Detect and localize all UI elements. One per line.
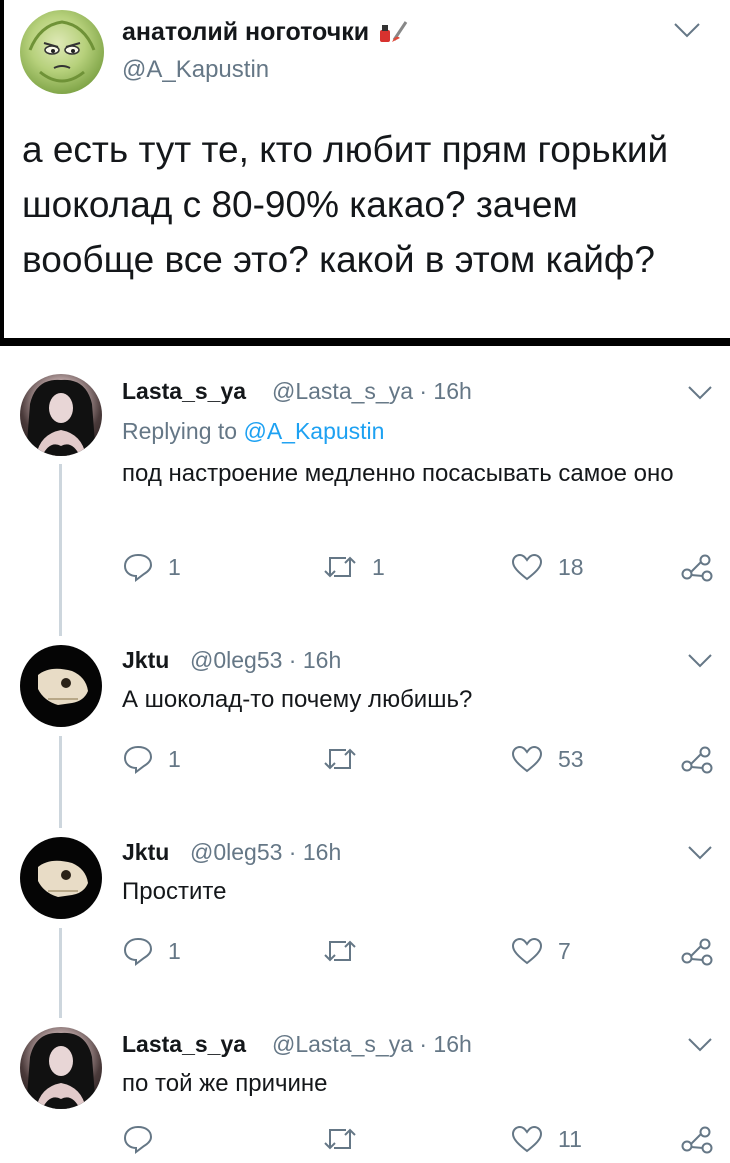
reply-author-name[interactable]: Jktu (122, 839, 169, 866)
like-button[interactable]: 53 (510, 744, 584, 774)
reply-icon (123, 937, 153, 966)
reply-button[interactable]: 1 (122, 744, 181, 774)
author-name[interactable]: анатолий ноготочки (122, 16, 410, 47)
thread-line (59, 736, 62, 828)
share-button[interactable] (680, 552, 714, 582)
nail-polish-icon (380, 21, 408, 42)
share-button[interactable] (680, 936, 714, 966)
reply-handle-time[interactable]: @0leg53 · 16h (190, 647, 341, 674)
share-icon (681, 554, 713, 582)
thread-line (59, 928, 62, 1018)
share-button[interactable] (680, 744, 714, 774)
share-icon (681, 1126, 713, 1154)
retweet-button[interactable]: 1 (322, 552, 385, 582)
reply-icon (123, 553, 153, 582)
reply-author-name[interactable]: Lasta_s_ya (122, 1031, 246, 1058)
avatar[interactable] (20, 837, 102, 919)
replying-to: Replying to @A_Kapustin (122, 418, 384, 445)
retweet-button[interactable] (322, 1124, 372, 1154)
thread-line (59, 464, 62, 636)
reply-text: по той же причине (122, 1070, 328, 1097)
reply-count: 1 (168, 745, 181, 772)
reply-author-name[interactable]: Lasta_s_ya (122, 378, 246, 405)
main-tweet-border (0, 0, 4, 346)
reply-handle-time[interactable]: @Lasta_s_ya · 16h (272, 1031, 472, 1058)
share-button[interactable] (680, 1124, 714, 1154)
skull-icon (38, 668, 88, 705)
reply-button[interactable]: 1 (122, 936, 181, 966)
replying-handle-link[interactable]: @A_Kapustin (243, 418, 384, 444)
reply-text: под настроение медленно посасывать самое… (122, 460, 674, 487)
heart-icon (511, 1125, 543, 1153)
main-tweet: анатолий ноготочки @A_Kapustin а есть ту… (0, 0, 730, 346)
avatar[interactable] (20, 374, 102, 456)
user-photo-icon (26, 1032, 96, 1109)
user-photo-icon (26, 379, 96, 456)
retweet-button[interactable] (322, 744, 372, 774)
like-count: 11 (558, 1125, 582, 1152)
like-count: 7 (558, 937, 571, 964)
divider (0, 338, 730, 346)
avatar[interactable] (20, 645, 102, 727)
chevron-down-icon[interactable] (672, 20, 702, 40)
reply-icon (123, 745, 153, 774)
like-count: 53 (558, 745, 584, 772)
retweet-icon (324, 556, 356, 578)
tweet-text: а есть тут те, кто любит прям горький шо… (22, 129, 669, 280)
author-handle[interactable]: @A_Kapustin (122, 56, 269, 84)
reply-text: Простите (122, 878, 227, 905)
reply-icon (123, 1125, 153, 1154)
like-button[interactable]: 11 (510, 1124, 582, 1154)
retweet-icon (324, 1128, 356, 1150)
retweet-count: 1 (372, 553, 385, 580)
replying-label: Replying to (122, 418, 238, 444)
retweet-icon (324, 940, 356, 962)
reply-count: 1 (168, 553, 181, 580)
reply-text: А шоколад-то почему любишь? (122, 686, 473, 713)
skull-icon (38, 860, 88, 897)
like-button[interactable]: 7 (510, 936, 571, 966)
heart-icon (511, 745, 543, 773)
heart-icon (511, 553, 543, 581)
author-name-text: анатолий ноготочки (122, 18, 370, 46)
reply-handle-time[interactable]: @Lasta_s_ya · 16h (272, 378, 472, 405)
reply-button[interactable]: 1 (122, 552, 181, 582)
avatar[interactable] (20, 10, 104, 94)
reply-handle-time[interactable]: @0leg53 · 16h (190, 839, 341, 866)
cabbage-face-icon (28, 20, 96, 83)
reply-count: 1 (168, 937, 181, 964)
avatar[interactable] (20, 1027, 102, 1109)
retweet-icon (324, 748, 356, 770)
share-icon (681, 746, 713, 774)
heart-icon (511, 937, 543, 965)
reply-author-name[interactable]: Jktu (122, 647, 169, 674)
chevron-down-icon[interactable] (686, 384, 714, 402)
chevron-down-icon[interactable] (686, 1036, 714, 1054)
like-count: 18 (558, 553, 584, 580)
chevron-down-icon[interactable] (686, 652, 714, 670)
reply-button[interactable] (122, 1124, 168, 1154)
like-button[interactable]: 18 (510, 552, 584, 582)
share-icon (681, 938, 713, 966)
retweet-button[interactable] (322, 936, 372, 966)
chevron-down-icon[interactable] (686, 844, 714, 862)
